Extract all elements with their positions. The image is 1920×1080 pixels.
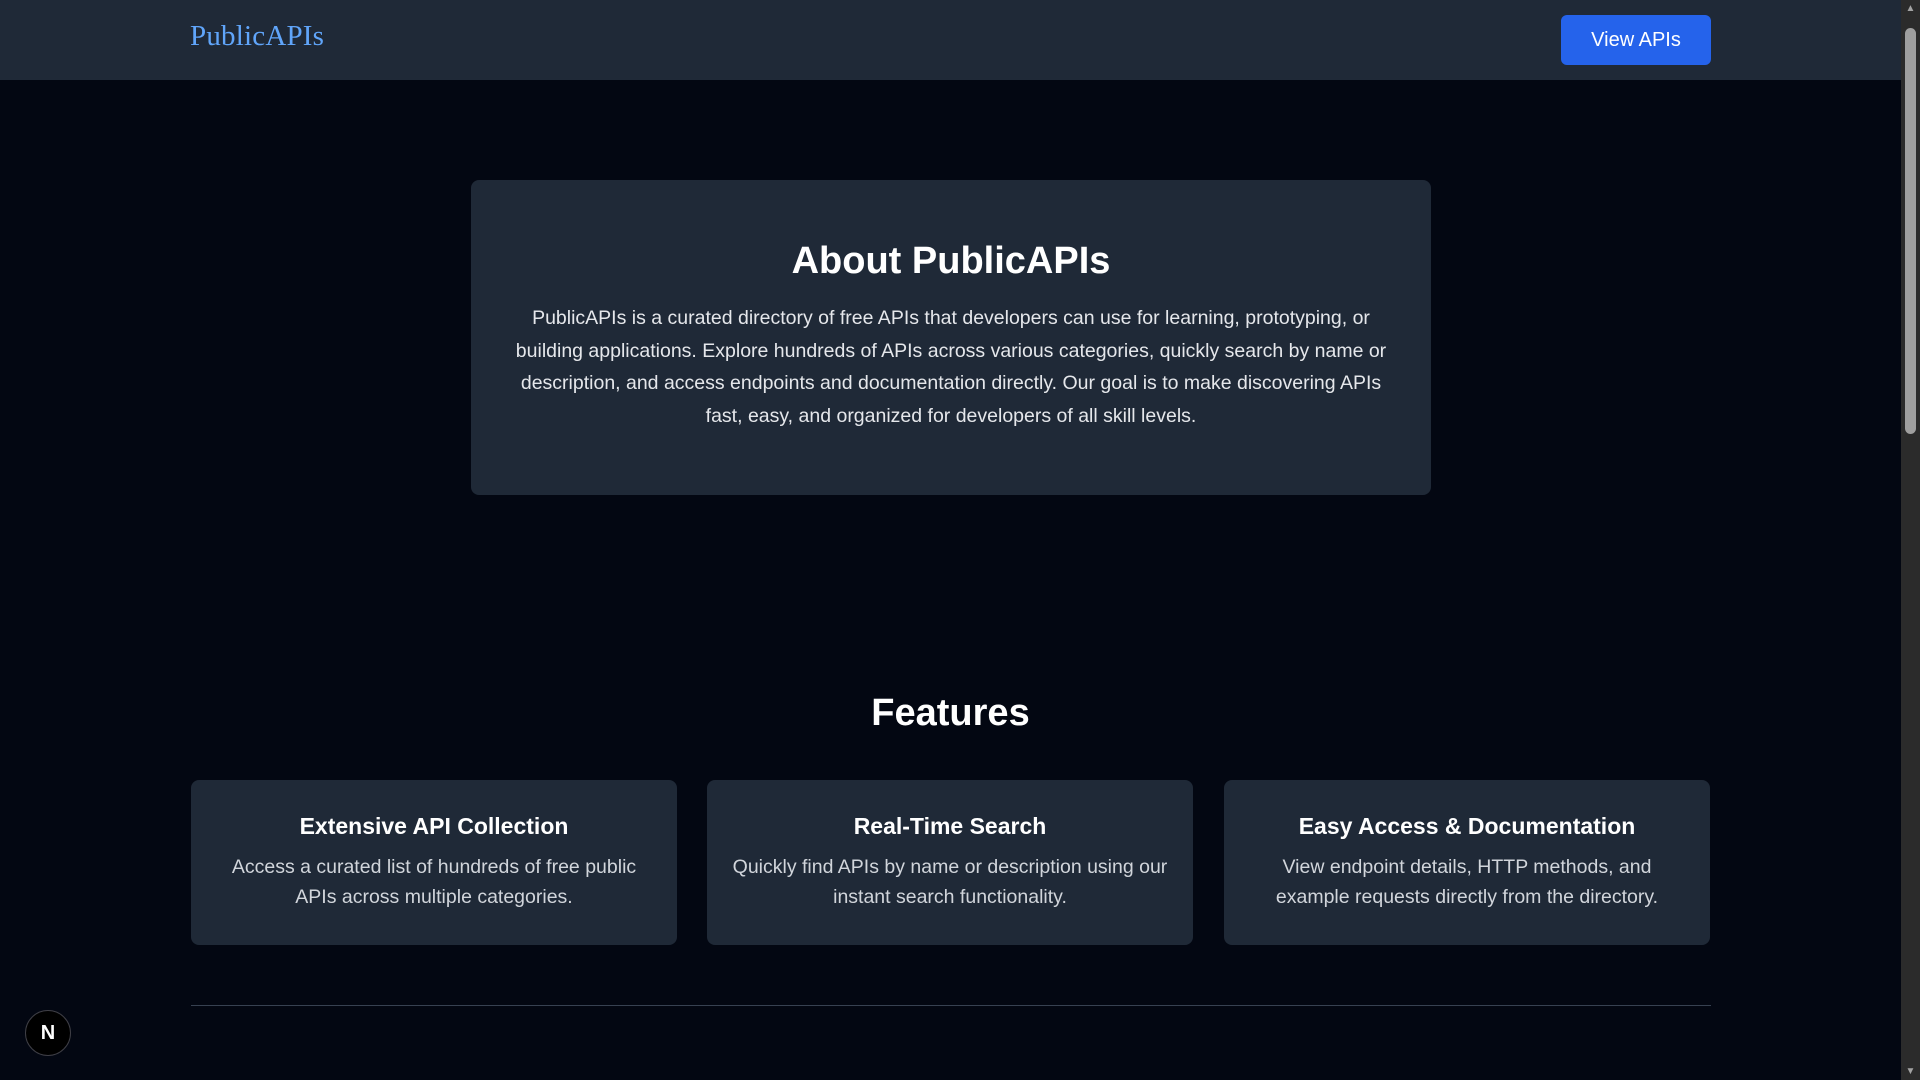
about-card: About PublicAPIs PublicAPIs is a curated… — [471, 180, 1431, 495]
feature-description: View endpoint details, HTTP methods, and… — [1275, 856, 1659, 908]
scroll-up-arrow-icon[interactable]: ▲ — [1901, 0, 1920, 17]
scrollbar-thumb[interactable] — [1905, 28, 1916, 434]
view-apis-button[interactable]: View APIs — [1561, 15, 1711, 65]
features-heading: Features — [871, 692, 1030, 734]
about-description: PublicAPIs is a curated directory of fre… — [515, 307, 1387, 427]
feature-description: Quickly find APIs by name or description… — [732, 856, 1168, 908]
feature-title: Extensive API Collection — [299, 813, 569, 839]
feature-title: Real-Time Search — [853, 813, 1047, 839]
section-divider — [191, 1005, 1711, 1006]
vertical-scrollbar[interactable]: ▲ ▼ — [1901, 0, 1920, 1080]
top-navbar: PublicAPIs View APIs — [0, 0, 1901, 80]
page: PublicAPIs View APIs About PublicAPIs Pu… — [0, 0, 1920, 1080]
nextjs-dev-indicator-icon[interactable]: N — [25, 1010, 71, 1056]
feature-title: Easy Access & Documentation — [1298, 813, 1636, 839]
feature-card-api-collection: Extensive API Collection Access a curate… — [191, 780, 677, 945]
feature-card-documentation: Easy Access & Documentation View endpoin… — [1224, 780, 1710, 945]
feature-description: Access a curated list of hundreds of fre… — [231, 856, 637, 908]
feature-card-real-time-search: Real-Time Search Quickly find APIs by na… — [707, 780, 1193, 945]
about-title: About PublicAPIs — [791, 240, 1111, 282]
brand-logo-link[interactable]: PublicAPIs — [190, 20, 324, 53]
scroll-down-arrow-icon[interactable]: ▼ — [1901, 1063, 1920, 1080]
